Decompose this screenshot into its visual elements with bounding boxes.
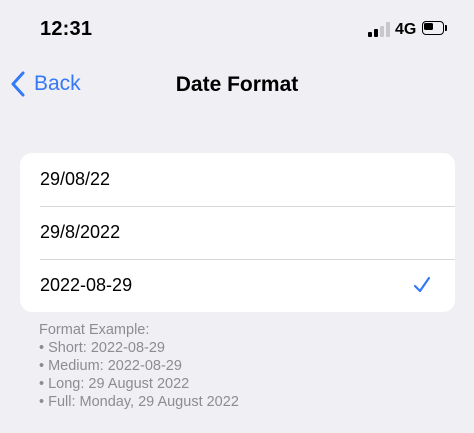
cellular-signal-icon — [368, 22, 390, 37]
format-example-heading: Format Example: — [39, 322, 150, 338]
format-example: Format Example: • Short: 2022-08-29 • Me… — [39, 321, 459, 411]
format-example-long: • Long: 29 August 2022 — [39, 376, 190, 392]
page-title: Date Format — [175, 73, 299, 96]
navigation-bar: Back Date Format — [0, 60, 474, 108]
checkmark-icon — [413, 276, 431, 293]
format-example-full: • Full: Monday, 29 August 2022 — [39, 394, 239, 410]
status-time: 12:31 — [40, 18, 93, 40]
option-row-iso[interactable]: 2022-08-29 — [20, 259, 455, 312]
status-bar: 12:31 4G — [0, 0, 474, 60]
option-label: 29/08/22 — [40, 169, 111, 189]
option-row-short-year[interactable]: 29/08/22 — [20, 153, 455, 206]
option-label: 29/8/2022 — [40, 222, 121, 242]
format-example-short: • Short: 2022-08-29 — [39, 340, 165, 356]
battery-icon — [422, 21, 448, 37]
option-label: 2022-08-29 — [40, 275, 133, 295]
format-example-medium: • Medium: 2022-08-29 — [39, 358, 182, 374]
option-row-full-year[interactable]: 29/8/2022 — [20, 206, 455, 259]
network-type: 4G — [395, 21, 417, 38]
date-format-options: 29/08/22 29/8/2022 2022-08-29 — [20, 153, 455, 312]
